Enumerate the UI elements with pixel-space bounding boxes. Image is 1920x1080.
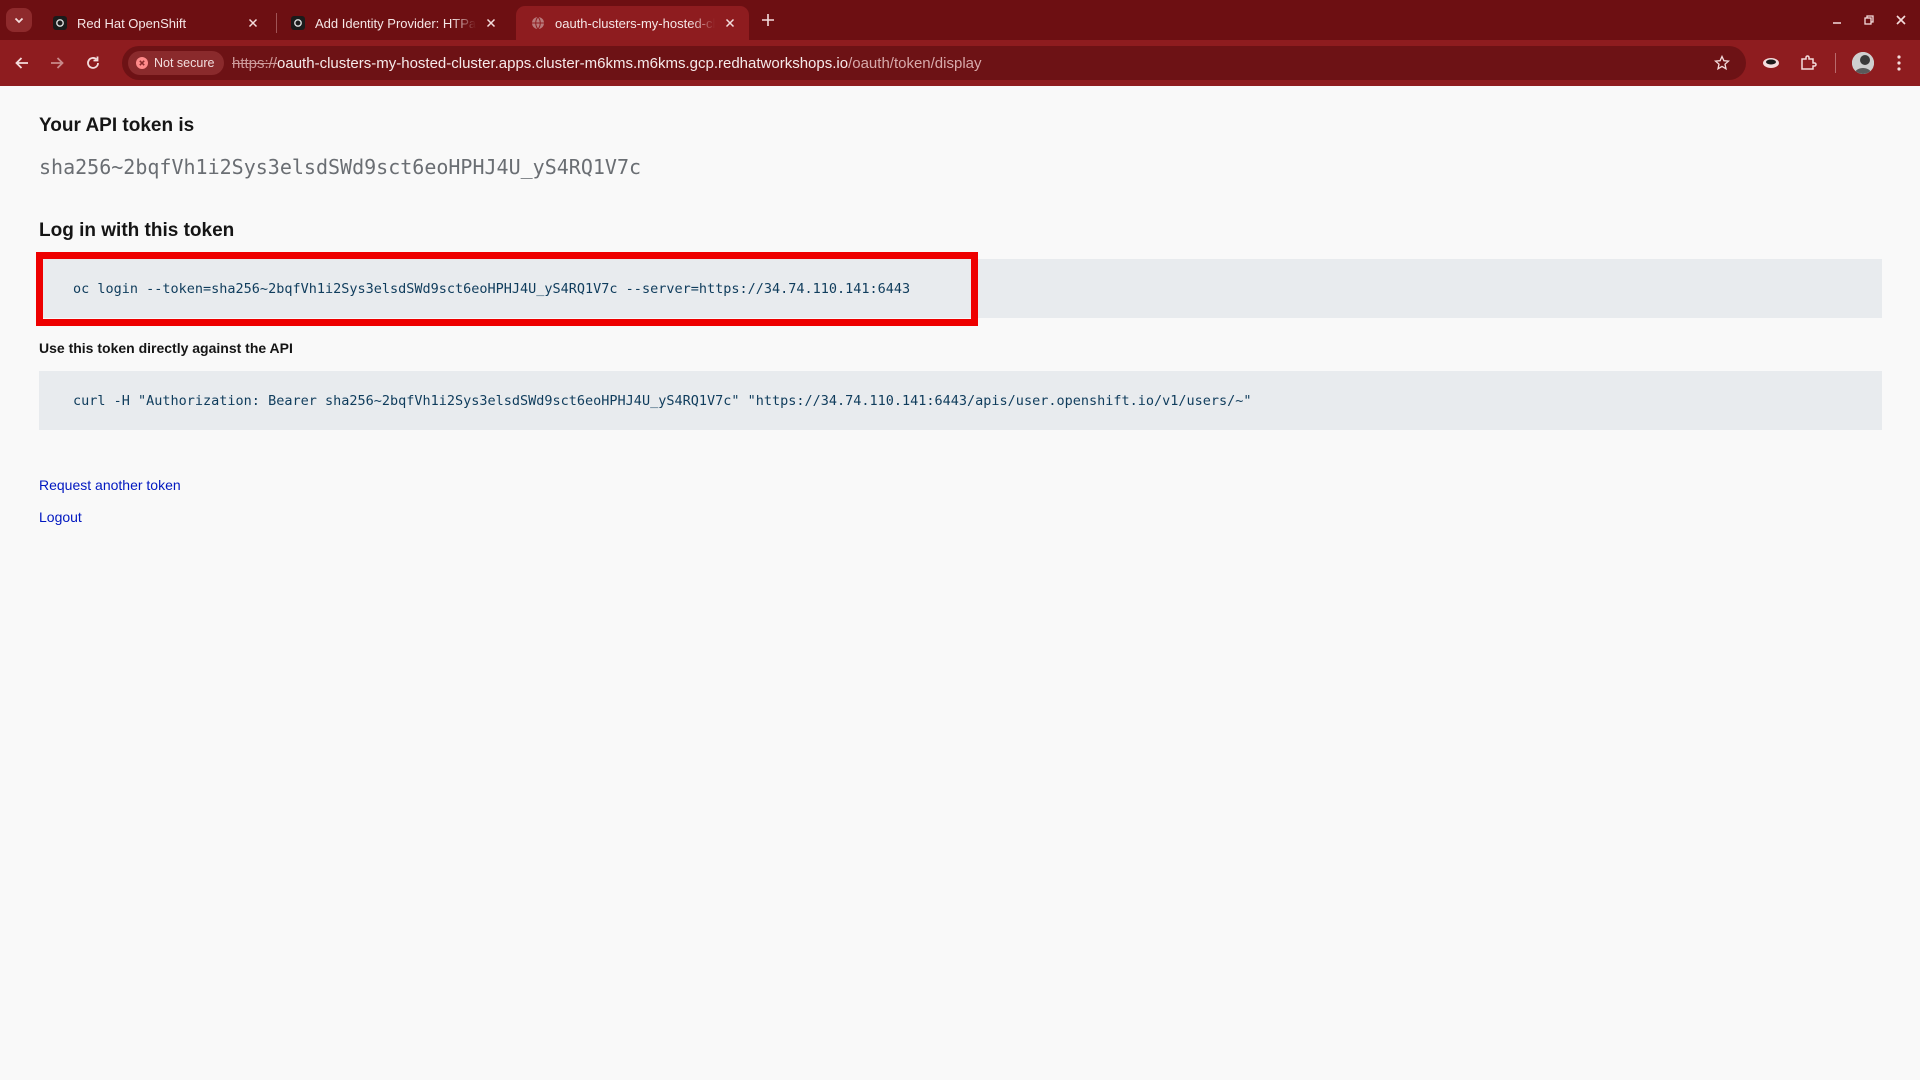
arrow-left-icon xyxy=(15,57,28,69)
url-text[interactable]: https://oauth-clusters-my-hosted-cluster… xyxy=(232,55,982,72)
minimize-icon xyxy=(1833,22,1841,24)
warning-icon xyxy=(136,57,148,69)
page-content: Your API token is sha256~2bqfVh1i2Sys3el… xyxy=(0,86,1920,1080)
star-icon xyxy=(1714,55,1730,71)
bookmark-button[interactable] xyxy=(1712,53,1732,73)
restore-button[interactable] xyxy=(1857,9,1881,31)
tab-strip: Red Hat OpenShift Add Identity Provider:… xyxy=(0,0,1920,40)
forward-button[interactable] xyxy=(43,49,71,77)
extensions-menu-button[interactable] xyxy=(1797,52,1819,74)
plus-icon xyxy=(762,14,774,26)
minimize-button[interactable] xyxy=(1825,9,1849,31)
tab-title: Add Identity Provider: HTPasswd xyxy=(315,15,476,31)
profile-avatar[interactable] xyxy=(1852,52,1874,74)
globe-icon xyxy=(530,15,546,31)
login-command-highlight xyxy=(36,252,978,326)
puzzle-icon xyxy=(1801,55,1817,70)
api-command-box: curl -H "Authorization: Bearer sha256~2b… xyxy=(39,371,1882,430)
tab-title: oauth-clusters-my-hosted-cluster xyxy=(555,15,715,31)
back-button[interactable] xyxy=(8,49,36,77)
close-icon xyxy=(1896,15,1906,25)
logout-link[interactable]: Logout xyxy=(39,509,82,525)
address-bar[interactable]: Not secure https://oauth-clusters-my-hos… xyxy=(122,46,1746,80)
extension-disc-icon xyxy=(1763,58,1779,68)
close-icon[interactable] xyxy=(244,14,262,32)
tab-red-hat-openshift[interactable]: Red Hat OpenShift xyxy=(38,6,272,40)
openshift-favicon-icon xyxy=(52,15,68,31)
api-command[interactable]: curl -H "Authorization: Bearer sha256~2b… xyxy=(73,393,1252,409)
token-heading: Your API token is xyxy=(39,115,195,136)
close-icon[interactable] xyxy=(721,14,739,32)
browser-toolbar: Not secure https://oauth-clusters-my-hos… xyxy=(0,40,1920,86)
url-path: /oauth/token/display xyxy=(848,55,982,72)
url-scheme: https:// xyxy=(232,55,278,72)
close-icon[interactable] xyxy=(482,14,500,32)
browser-menu-button[interactable] xyxy=(1888,52,1910,74)
tab-oauth-token-display[interactable]: oauth-clusters-my-hosted-cluster xyxy=(516,6,749,40)
tab-title: Red Hat OpenShift xyxy=(77,15,187,31)
arrow-right-icon xyxy=(51,57,64,69)
not-secure-chip[interactable]: Not secure xyxy=(128,51,225,75)
tab-search-button[interactable] xyxy=(6,8,32,32)
api-token-value: sha256~2bqfVh1i2Sys3elsdSWd9sct6eoHPHJ4U… xyxy=(39,155,642,179)
close-window-button[interactable] xyxy=(1889,9,1913,31)
toolbar-divider xyxy=(1835,53,1836,73)
tab-add-identity-provider[interactable]: Add Identity Provider: HTPasswd xyxy=(276,6,510,40)
api-usage-heading: Use this token directly against the API xyxy=(39,340,293,356)
chevron-down-icon xyxy=(14,17,24,24)
url-host: oauth-clusters-my-hosted-cluster.apps.cl… xyxy=(277,55,849,72)
reload-button[interactable] xyxy=(79,49,107,77)
openshift-favicon-icon xyxy=(290,15,306,31)
reload-icon xyxy=(87,56,99,69)
restore-icon xyxy=(1864,15,1874,25)
kebab-menu-icon xyxy=(1897,55,1901,71)
new-tab-button[interactable] xyxy=(756,9,780,31)
login-heading: Log in with this token xyxy=(39,220,235,241)
not-secure-label: Not secure xyxy=(154,56,215,70)
request-another-token-link[interactable]: Request another token xyxy=(39,477,181,493)
avatar-image-icon xyxy=(1852,52,1874,74)
extension-button[interactable] xyxy=(1760,52,1782,74)
